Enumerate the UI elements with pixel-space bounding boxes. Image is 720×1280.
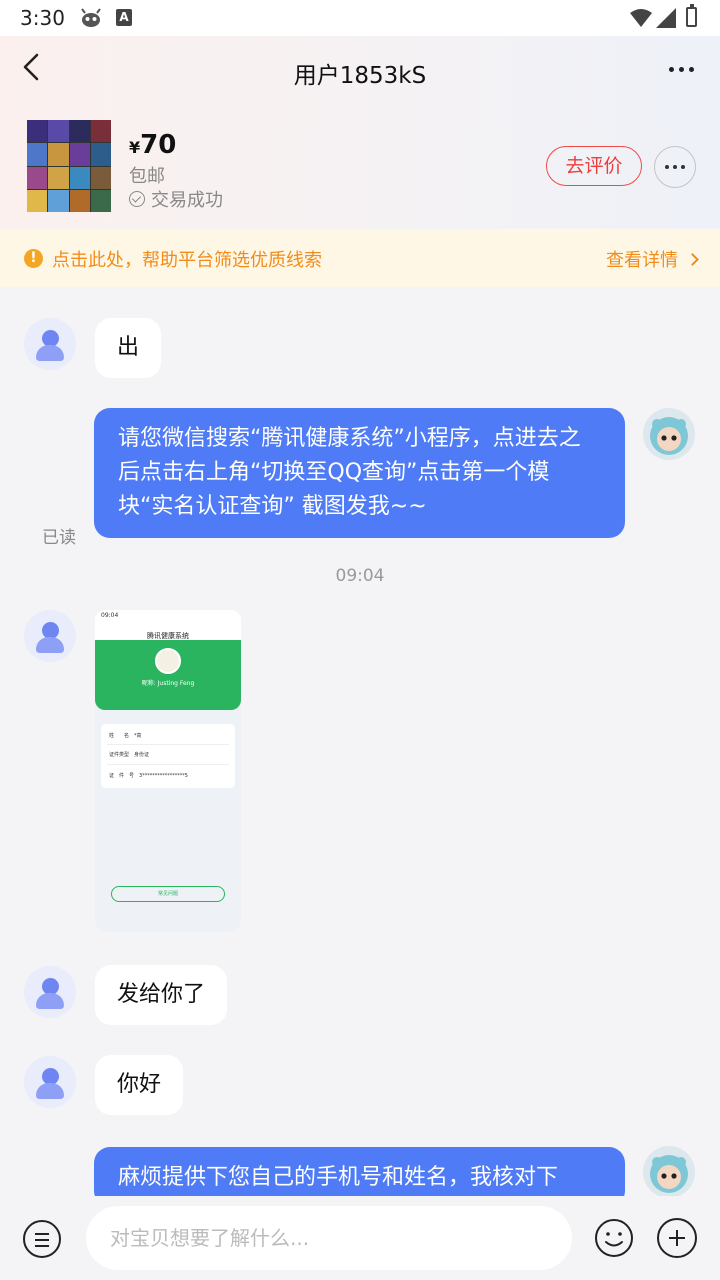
chat-header: 用户1853kS ¥70 包邮 交易成功 去评价	[0, 36, 720, 228]
shipping-label: 包邮	[129, 166, 165, 187]
user-avatar-icon[interactable]	[24, 1056, 76, 1108]
shot-button: 常见问题	[111, 886, 225, 902]
trade-status-text: 交易成功	[151, 190, 223, 211]
message-bubble: 你好	[95, 1055, 184, 1115]
check-circle-icon	[129, 191, 145, 207]
shot-avatar	[155, 648, 181, 674]
image-message[interactable]: 09:04 腾讯健康系统 昵称: Justing Feng 姓 名 *高 证件类…	[95, 610, 241, 932]
cartoon-avatar-icon	[643, 1146, 695, 1198]
shot-name: 昵称: Justing Feng	[141, 680, 195, 687]
shot-row: 姓 名 *高	[109, 733, 142, 739]
plus-icon[interactable]	[657, 1218, 697, 1258]
menu-icon[interactable]	[23, 1220, 61, 1258]
my-avatar[interactable]	[643, 1146, 695, 1198]
status-bar: 3:30 A	[0, 0, 720, 36]
shot-status-time: 09:04	[95, 610, 241, 622]
emoji-icon[interactable]	[594, 1218, 634, 1258]
page-title: 用户1853kS	[293, 63, 427, 89]
bug-icon	[81, 8, 101, 27]
user-avatar-icon[interactable]	[24, 610, 76, 662]
message-bubble: 发给你了	[95, 965, 228, 1025]
view-details-link[interactable]: 查看详情	[606, 246, 699, 272]
trade-status: 交易成功	[129, 186, 223, 212]
price-value: 70	[140, 130, 177, 160]
my-avatar[interactable]	[643, 408, 695, 460]
notice-icon: !	[24, 249, 43, 268]
shot-row: 证件类型 身份证	[109, 752, 150, 758]
product-thumbnail[interactable]	[27, 120, 111, 212]
currency-symbol: ¥	[129, 138, 141, 157]
shot-row: 证 件 号 3*****************5	[109, 773, 188, 779]
time-divider: 09:04	[335, 566, 385, 586]
view-details-label: 查看详情	[606, 250, 678, 271]
read-receipt: 已读	[42, 528, 76, 548]
user-avatar-icon[interactable]	[24, 318, 76, 370]
message-input[interactable]	[110, 1206, 550, 1270]
review-button[interactable]: 去评价	[546, 146, 642, 186]
product-more-button[interactable]	[654, 146, 696, 188]
a-icon: A	[116, 9, 132, 26]
cartoon-avatar-icon	[643, 408, 695, 460]
message-bubble: 出	[95, 318, 162, 378]
message-bubble-self: 请您微信搜索“腾讯健康系统”小程序，点进去之后点击右上角“切换至QQ查询”点击第…	[94, 408, 625, 538]
wifi-icon	[630, 9, 652, 27]
notice-text: 点击此处，帮助平台筛选优质线索	[52, 250, 322, 271]
battery-icon	[686, 4, 697, 27]
status-time: 3:30	[20, 6, 65, 30]
notice-banner[interactable]: ! 点击此处，帮助平台筛选优质线索 查看详情	[0, 229, 720, 287]
more-icon[interactable]	[662, 56, 700, 82]
product-price: ¥70	[129, 130, 176, 160]
signal-icon	[656, 8, 676, 28]
message-input-wrapper[interactable]	[86, 1206, 572, 1270]
user-avatar-icon[interactable]	[24, 966, 76, 1018]
chevron-right-icon	[686, 252, 699, 266]
shot-card: 姓 名 *高 证件类型 身份证 证 件 号 3*****************…	[101, 724, 235, 788]
input-bar	[0, 1196, 720, 1280]
